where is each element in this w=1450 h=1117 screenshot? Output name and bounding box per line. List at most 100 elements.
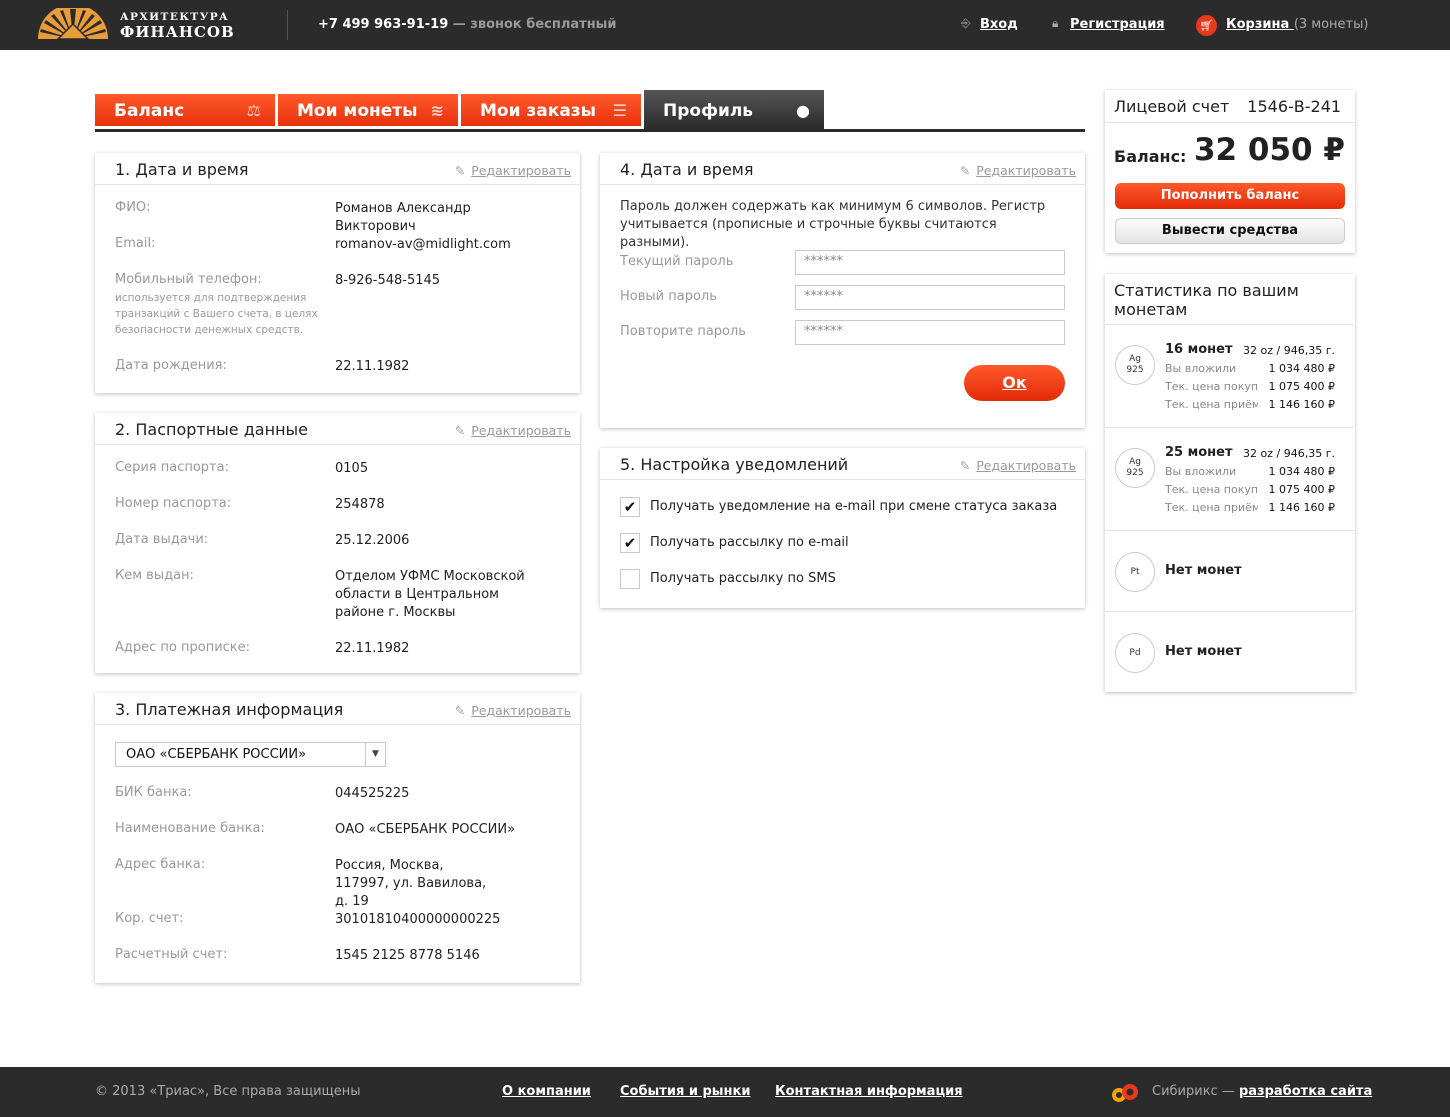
card-title: 4. Дата и время — [620, 160, 754, 179]
phone-value: 8-926-548-5145 — [335, 273, 441, 288]
notify-sms-checkbox[interactable] — [620, 569, 640, 589]
email-value: romanov-av@midlight.com — [335, 237, 511, 252]
edit-label: Редактировать — [976, 163, 1076, 178]
bitrix-link[interactable]: разработка сайта — [1239, 1084, 1372, 1099]
passport-card: 2. Паспортные данные ✎ Редактировать Сери… — [95, 413, 580, 673]
bank-address-label: Адрес банка: — [115, 857, 206, 872]
notify-sms-label[interactable]: Получать рассылку по SMS — [650, 571, 836, 586]
notify-status-row: ✔ Получать уведомление на e-mail при сме… — [620, 497, 1070, 519]
card-title: 2. Паспортные данные — [115, 420, 308, 439]
notify-status-checkbox[interactable]: ✔ — [620, 497, 640, 517]
edit-link[interactable]: ✎ Редактировать — [960, 458, 1076, 473]
register-link[interactable]: Регистрация — [1070, 17, 1165, 32]
edit-label: Редактировать — [471, 423, 571, 438]
fio-label: ФИО: — [115, 200, 151, 215]
issued-by-value: Отделом УФМС Московской области в Центра… — [335, 569, 525, 620]
corr-label: Кор. счет: — [115, 911, 184, 926]
password-card: 4. Дата и время ✎ Редактировать Пароль до… — [600, 153, 1085, 428]
topup-button[interactable]: Пополнить баланс — [1115, 183, 1345, 209]
coin-count: Нет монет — [1165, 644, 1242, 659]
withdraw-button[interactable]: Вывести средства — [1115, 218, 1345, 244]
card-title: 3. Платежная информация — [115, 700, 344, 719]
edit-link[interactable]: ✎ Редактировать — [960, 163, 1076, 178]
logo-line-2: ФИНАНСОВ — [120, 23, 235, 41]
pencil-icon: ✎ — [959, 163, 971, 178]
notify-email-row: ✔ Получать рассылку по e-mail — [620, 533, 1070, 555]
header-divider — [287, 10, 288, 40]
logo-line-1: АРХИТЕКТУРА — [120, 11, 230, 23]
coin-count: 16 монет — [1165, 342, 1233, 357]
cart-link[interactable]: Корзина (3 монеты) — [1226, 17, 1368, 32]
user-icon: ● — [796, 101, 810, 120]
new-password-input[interactable]: ****** — [795, 285, 1065, 310]
balance-value: 32 050 ₽ — [1193, 132, 1345, 168]
current-password-label: Текущий пароль — [620, 254, 734, 269]
notify-email-checkbox[interactable]: ✔ — [620, 533, 640, 553]
sell-price-label: Тек. цена приёма — [1165, 501, 1258, 514]
corr-value: 30101810400000000225 — [335, 912, 501, 927]
ok-button[interactable]: Ок — [964, 365, 1065, 401]
phone-number: +7 499 963-91-19 — [318, 17, 449, 32]
card-header: 5. Настройка уведомлений ✎ Редактировать — [600, 448, 1085, 480]
chevron-down-icon[interactable]: ▼ — [365, 743, 385, 766]
silver-coin-icon: Ag 925 — [1115, 448, 1155, 488]
coin-purity: 925 — [1126, 365, 1144, 375]
bik-value: 044525225 — [335, 786, 410, 801]
bank-select-value: ОАО «СБЕРБАНК РОССИИ» — [126, 747, 307, 762]
account-value: 1545 2125 8778 5146 — [335, 948, 480, 963]
repeat-password-input[interactable]: ****** — [795, 320, 1065, 345]
edit-link[interactable]: ✎ Редактировать — [455, 423, 571, 438]
bank-select[interactable]: ОАО «СБЕРБАНК РОССИИ» ▼ — [115, 742, 386, 767]
footer-link-about[interactable]: О компании — [502, 1084, 591, 1099]
cart-icon[interactable]: 🛒︎ — [1196, 15, 1217, 36]
buy-price-label: Тек. цена покупки — [1165, 483, 1258, 496]
stats-card: Статистика по вашим монетам Ag 925 16 мо… — [1105, 274, 1355, 692]
login-link[interactable]: Вход — [980, 17, 1018, 32]
tab-balance[interactable]: Баланс ⚖ — [95, 94, 275, 126]
footer-link-contacts[interactable]: Контактная информация — [775, 1084, 963, 1099]
invested-value: 1 034 480 ₽ — [1268, 465, 1335, 478]
tab-my-coins[interactable]: Мои монеты ≋ — [278, 94, 458, 126]
new-password-label: Новый пароль — [620, 289, 717, 304]
edit-label: Редактировать — [471, 703, 571, 718]
pencil-icon: ✎ — [454, 703, 466, 718]
coin-weight: 32 oz / 946,35 г. — [1243, 344, 1335, 357]
list-icon: ☰ — [612, 101, 627, 120]
issued-by-label: Кем выдан: — [115, 568, 194, 583]
cart-count: (3 монеты) — [1293, 17, 1369, 32]
birth-value: 22.11.1982 — [335, 359, 410, 374]
number-value: 254878 — [335, 497, 385, 512]
stats-title: Статистика по вашим монетам — [1114, 281, 1299, 319]
scales-icon: ⚖ — [246, 101, 261, 120]
invested-label: Вы вложили — [1165, 362, 1237, 375]
account-card: Лицевой счет 1546-B-241 Баланс: 32 050 ₽ … — [1105, 90, 1355, 253]
profile-tabs: Баланс ⚖ Мои монеты ≋ Мои заказы ☰ Профи… — [95, 90, 1085, 132]
main-content: Баланс ⚖ Мои монеты ≋ Мои заказы ☰ Профи… — [0, 50, 1450, 1067]
cart-label[interactable]: Корзина — [1226, 17, 1289, 32]
sell-price-value: 1 146 160 ₽ — [1268, 398, 1335, 411]
password-rules: Пароль должен содержать как минимум 6 си… — [620, 199, 1046, 250]
notify-status-label[interactable]: Получать уведомление на e-mail при смене… — [650, 499, 1057, 514]
login-icon: ⎆ — [961, 16, 971, 30]
sell-price-value: 1 146 160 ₽ — [1268, 501, 1335, 514]
issue-date-value: 25.12.2006 — [335, 533, 410, 548]
notify-email-label[interactable]: Получать рассылку по e-mail — [650, 535, 849, 550]
sibirix-logo-icon[interactable] — [1110, 1081, 1144, 1103]
tab-profile[interactable]: Профиль ● — [644, 90, 824, 129]
edit-link[interactable]: ✎ Редактировать — [455, 163, 571, 178]
pencil-icon: ✎ — [959, 458, 971, 473]
edit-link[interactable]: ✎ Редактировать — [455, 703, 571, 718]
email-label: Email: — [115, 236, 156, 251]
footer: © 2013 «Триас», Все права защищены О ком… — [0, 1067, 1450, 1117]
phone-label: Мобильный телефон: — [115, 272, 262, 287]
footer-link-events[interactable]: События и рынки — [620, 1084, 750, 1099]
tab-my-orders[interactable]: Мои заказы ☰ — [461, 94, 641, 126]
bik-label: БИК банка: — [115, 785, 192, 800]
card-title: 1. Дата и время — [115, 160, 249, 179]
bitrix-credit: Сибирикс — разработка сайта — [1152, 1084, 1372, 1099]
notify-sms-row: Получать рассылку по SMS — [620, 569, 1070, 591]
logo[interactable]: АРХИТЕКТУРА ФИНАНСОВ — [36, 8, 256, 42]
bank-address-value: Россия, Москва, 117997, ул. Вавилова, д.… — [335, 858, 487, 909]
balance-label: Баланс: — [1114, 147, 1187, 166]
current-password-input[interactable]: ****** — [795, 250, 1065, 275]
